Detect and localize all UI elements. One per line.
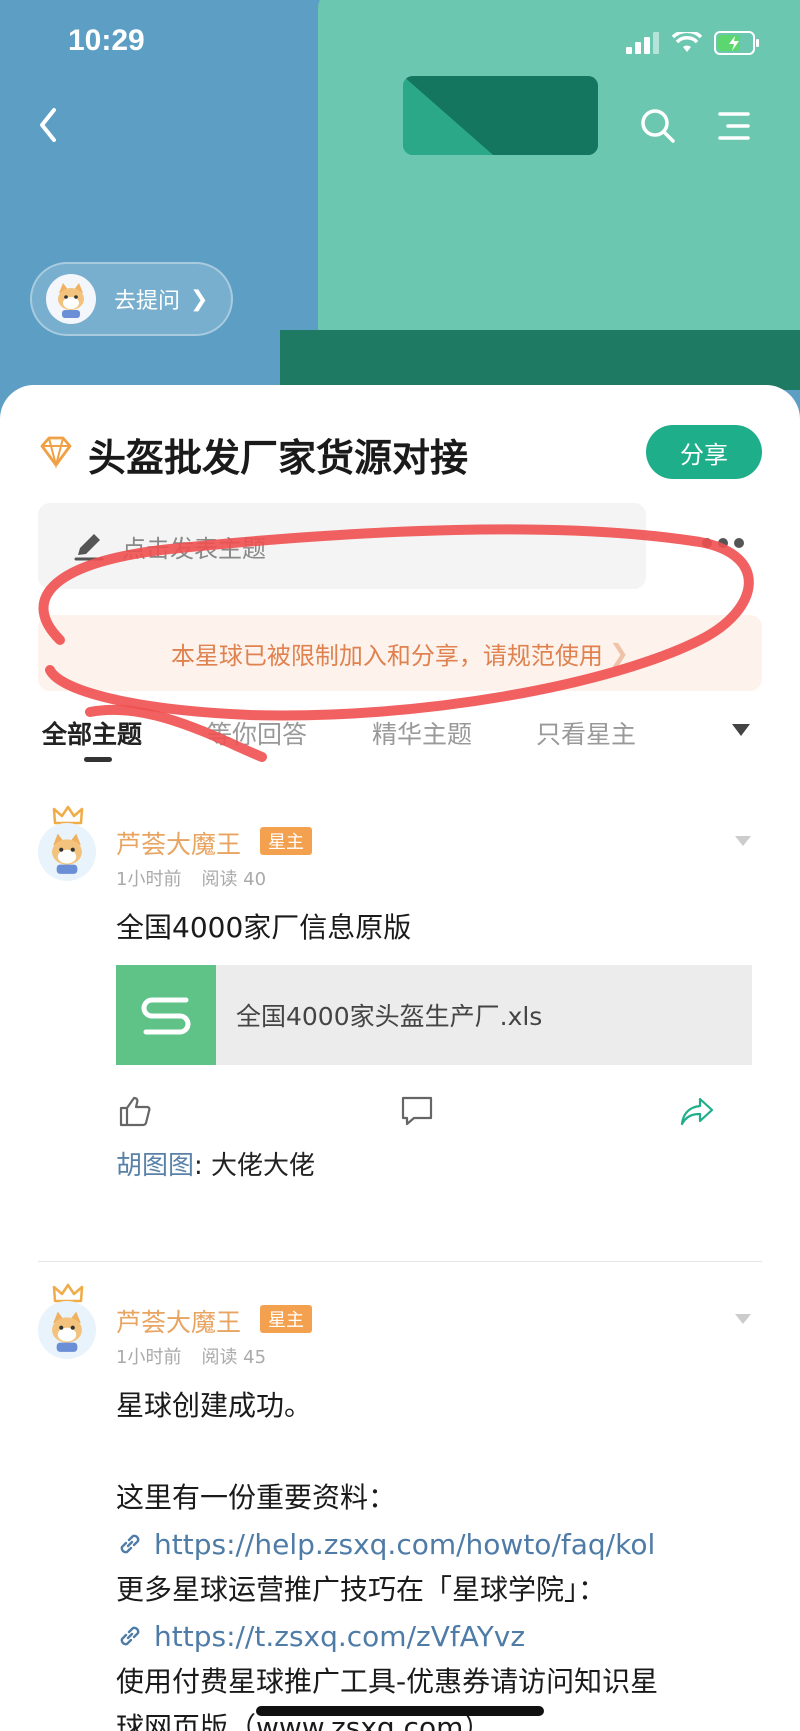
post-reads: 阅读 45: [201, 1347, 267, 1368]
comment-author[interactable]: 胡图图: [116, 1151, 194, 1181]
post-time: 1小时前: [116, 1347, 182, 1368]
chevron-down-icon[interactable]: [731, 723, 751, 737]
post-text-line: 这里有一份重要资料：: [116, 1481, 397, 1514]
owner-badge: 星主: [260, 1305, 312, 1333]
post-reads: 阅读 40: [201, 869, 267, 890]
like-icon[interactable]: [118, 1095, 152, 1127]
post-text: 全国4000家厂信息原版: [116, 911, 412, 944]
tab-all-topics[interactable]: 全部主题: [42, 715, 142, 751]
author-name[interactable]: 芦荟大魔王: [116, 825, 241, 861]
more-icon[interactable]: [700, 531, 746, 555]
chevron-down-icon[interactable]: [734, 835, 752, 847]
home-indicator[interactable]: [256, 1706, 544, 1716]
status-time: 10:29: [68, 24, 145, 57]
file-name: 全国4000家头盔生产厂.xls: [236, 1002, 543, 1031]
link-icon: [120, 1534, 140, 1554]
ask-question-label: 去提问: [114, 289, 181, 314]
divider: [38, 1261, 762, 1262]
file-attachment[interactable]: 全国4000家头盔生产厂.xls: [116, 965, 752, 1065]
chevron-right-icon: ❯: [190, 286, 209, 312]
chevron-down-icon[interactable]: [734, 1313, 752, 1325]
avatar: [46, 274, 96, 324]
post-meta: 1小时前 阅读 40: [116, 865, 286, 891]
avatar[interactable]: [38, 1301, 96, 1359]
owner-badge: 星主: [260, 827, 312, 855]
share-button[interactable]: 分享: [646, 425, 762, 479]
link-text: https://help.zsxq.com/howto/faq/kol: [154, 1527, 656, 1561]
status-icons: [626, 28, 760, 58]
logo-shape: [403, 76, 598, 155]
compose-placeholder: 点击发表主题: [122, 534, 266, 563]
post-time: 1小时前: [116, 869, 182, 890]
post-link[interactable]: https://help.zsxq.com/howto/faq/kol: [116, 1521, 655, 1567]
link-icon: [120, 1626, 140, 1646]
battery-icon: [714, 31, 759, 55]
post-link[interactable]: https://t.zsxq.com/zVfAYvz: [116, 1613, 525, 1659]
topic-tabs: 全部主题 等你回答 精华主题 只看星主: [0, 715, 800, 785]
post-meta: 1小时前 阅读 45: [116, 1343, 286, 1369]
share-icon[interactable]: [680, 1095, 714, 1127]
link-text: https://t.zsxq.com/zVfAYvz: [154, 1619, 526, 1653]
comment-text: 大佬大佬: [211, 1151, 316, 1181]
group-logo: [403, 76, 598, 155]
group-title: 头盔批发厂家货源对接: [88, 436, 469, 480]
tab-owner-only[interactable]: 只看星主: [536, 715, 636, 751]
tab-featured[interactable]: 精华主题: [372, 715, 472, 751]
signal-icon: [626, 32, 659, 54]
diamond-icon: [40, 436, 72, 469]
search-icon[interactable]: [638, 106, 678, 146]
back-icon[interactable]: [28, 100, 68, 150]
pencil-icon: [74, 534, 104, 561]
group-content: 头盔批发厂家货源对接 分享 点击发表主题 本星球已被限制加入和分享，请规范使用 …: [0, 385, 800, 1731]
compose-topic-input[interactable]: 点击发表主题: [38, 503, 646, 589]
menu-icon[interactable]: [716, 108, 752, 144]
wifi-icon: [672, 32, 702, 52]
header-cover-strip: [280, 330, 800, 390]
mascot-icon: [52, 1311, 82, 1352]
avatar[interactable]: [38, 823, 96, 881]
post-text-line: 星球创建成功。: [116, 1389, 313, 1422]
restriction-notice[interactable]: 本星球已被限制加入和分享，请规范使用 ❯: [38, 615, 762, 691]
mascot-icon: [58, 283, 84, 318]
tab-waiting-answer[interactable]: 等你回答: [207, 715, 307, 751]
chevron-right-icon: ❯: [608, 639, 630, 667]
mascot-icon: [52, 833, 82, 874]
author-name[interactable]: 芦荟大魔王: [116, 1303, 241, 1339]
notice-text: 本星球已被限制加入和分享，请规范使用: [170, 641, 603, 670]
post-text-line: 使用付费星球推广工具-优惠券请访问知识星: [116, 1665, 659, 1698]
comment-line: 胡图图: 大佬大佬: [116, 1145, 315, 1182]
comment-icon[interactable]: [400, 1095, 434, 1127]
comment-separator: :: [194, 1151, 212, 1181]
ask-question-button[interactable]: 去提问 ❯: [30, 262, 233, 336]
status-bar: 10:29: [0, 0, 800, 90]
file-icon: [116, 965, 216, 1065]
tab-indicator: [84, 757, 112, 762]
post-text-line: 更多星球运营推广技巧在「星球学院」：: [116, 1573, 607, 1606]
